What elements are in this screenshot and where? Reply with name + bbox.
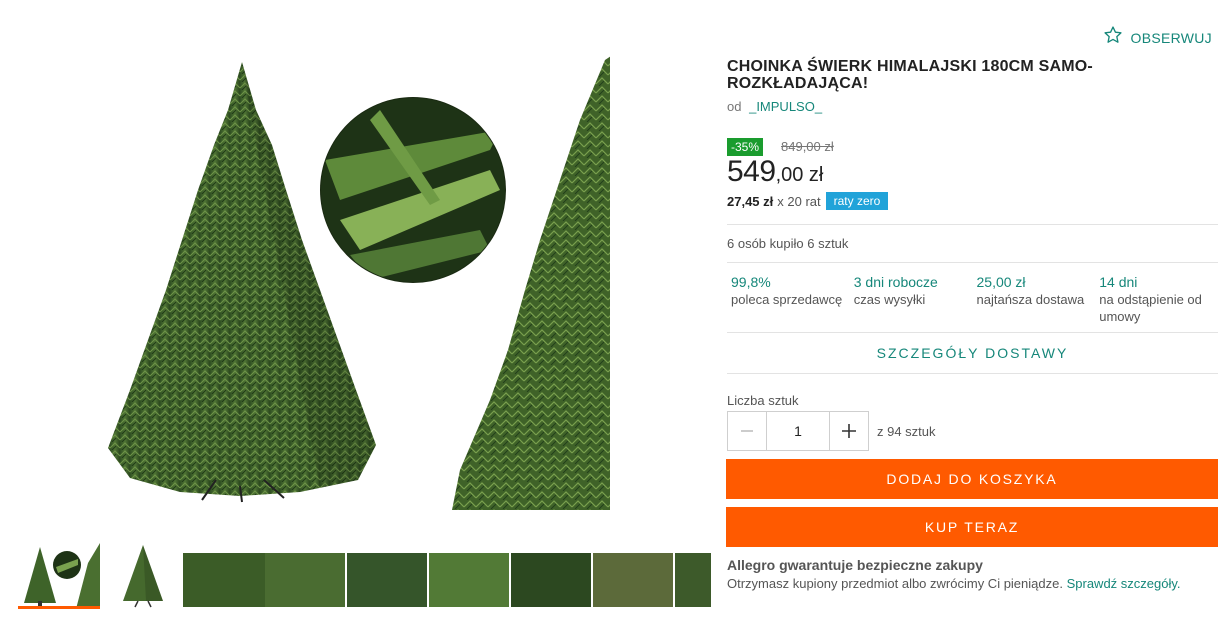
stat-value: 99,8% <box>731 274 771 290</box>
add-to-cart-button[interactable]: DODAJ DO KOSZYKA <box>726 459 1218 499</box>
thumbnail-2[interactable] <box>108 543 178 609</box>
thumbnail-8[interactable] <box>593 553 673 607</box>
stat-desc: czas wysyłki <box>853 292 926 307</box>
product-title: CHOINKA ŚWIERK HIMALAJSKI 180CM SAMO-ROZ… <box>727 58 1093 92</box>
installment-count: x 20 rat <box>777 193 821 209</box>
discount-badge: -35% <box>727 138 764 156</box>
old-price: 849,00 zł <box>781 139 834 154</box>
decrement-button[interactable] <box>728 412 766 450</box>
stat-desc: na odstąpienie od umowy <box>1099 292 1202 324</box>
main-product-image[interactable] <box>20 50 620 510</box>
divider <box>727 262 1218 263</box>
thumbnail-6[interactable] <box>429 553 509 607</box>
stat-desc: poleca sprzedawcę <box>731 292 843 307</box>
price-main: 549 <box>727 155 776 188</box>
guarantee-details-link[interactable]: Sprawdź szczegóły. <box>1067 576 1181 591</box>
quantity-input[interactable] <box>766 412 830 450</box>
seller-line: od _IMPULSO_ <box>727 99 822 114</box>
thumbnail-7[interactable] <box>511 553 591 607</box>
guarantee-title: Allegro gwarantuje bezpieczne zakupy <box>727 557 983 573</box>
installment-amount: 27,45 zł <box>727 193 774 209</box>
price-rest: ,00 zł <box>775 164 824 186</box>
price: 549,00 zł <box>727 155 823 189</box>
thumbnail-5[interactable] <box>347 553 427 607</box>
stat-cheapest-delivery: 25,00 zł najtańsza dostawa <box>973 273 1096 325</box>
quantity-available: z 94 sztuk <box>877 424 936 439</box>
thumbnail-strip <box>18 543 712 619</box>
minus-icon <box>741 430 753 432</box>
guarantee-text: Otrzymasz kupiony przedmiot albo zwrócim… <box>727 576 1181 591</box>
plus-icon <box>842 424 856 438</box>
seller-link[interactable]: _IMPULSO_ <box>749 99 822 114</box>
divider <box>727 373 1218 374</box>
raty-zero-badge[interactable]: raty zero <box>825 192 889 210</box>
watch-label: OBSERWUJ <box>1130 29 1212 46</box>
divider <box>727 224 1218 225</box>
thumbnail-3[interactable] <box>183 553 265 607</box>
quantity-label: Liczba sztuk <box>727 393 799 408</box>
quantity-stepper <box>727 411 869 451</box>
seller-stats: 99,8% poleca sprzedawcę 3 dni robocze cz… <box>727 273 1218 325</box>
shipping-details-link[interactable]: SZCZEGÓŁY DOSTAWY <box>727 345 1218 361</box>
bought-count: 6 osób kupiło 6 sztuk <box>727 236 849 251</box>
stat-value: 25,00 zł <box>976 274 1026 290</box>
increment-button[interactable] <box>830 412 868 450</box>
buy-now-button[interactable]: KUP TERAZ <box>726 507 1218 547</box>
installments: 27,45 zł x 20 rat raty zero <box>727 192 889 210</box>
star-outline-icon <box>1103 25 1123 50</box>
stat-desc: najtańsza dostawa <box>976 292 1085 307</box>
watch-button[interactable]: OBSERWUJ <box>1103 25 1213 50</box>
stat-return: 14 dni na odstąpienie od umowy <box>1095 273 1218 325</box>
tree-illustration <box>108 62 376 503</box>
seller-prefix: od <box>727 99 742 114</box>
divider <box>727 332 1218 333</box>
thumbnail-9[interactable] <box>675 553 711 607</box>
stat-value: 14 dni <box>1099 274 1138 290</box>
thumbnail-1[interactable] <box>18 543 100 609</box>
stat-value: 3 dni robocze <box>853 274 938 290</box>
thumbnail-4[interactable] <box>265 553 345 607</box>
guarantee-body: Otrzymasz kupiony przedmiot albo zwrócim… <box>727 576 1063 591</box>
stat-shipping-time: 3 dni robocze czas wysyłki <box>850 273 973 325</box>
stat-recommend: 99,8% poleca sprzedawcę <box>727 273 850 325</box>
